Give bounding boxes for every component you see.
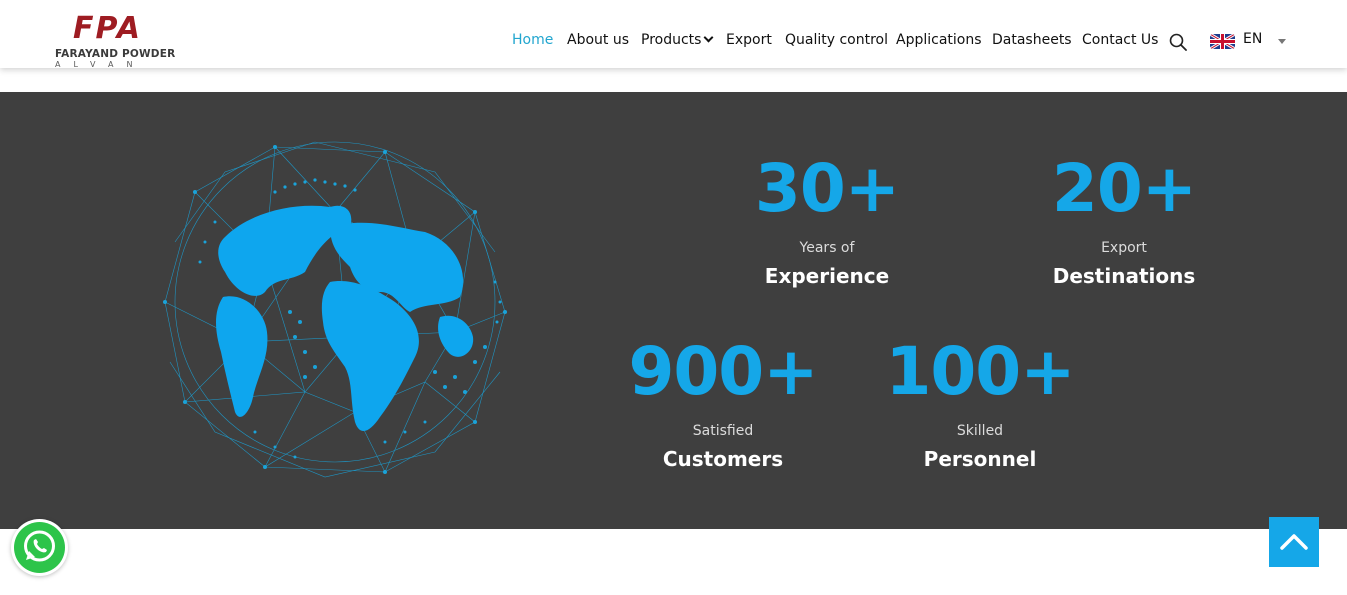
stat-experience: 30+ Years of Experience xyxy=(697,150,957,289)
logo-company-subname: ALVAN xyxy=(55,60,146,69)
language-label: EN xyxy=(1243,31,1263,47)
nav-applications[interactable]: Applications xyxy=(896,32,982,48)
whatsapp-icon xyxy=(14,522,65,573)
stat-number: 900+ xyxy=(628,333,818,410)
uk-flag-icon xyxy=(1210,34,1235,49)
nav-about-us[interactable]: About us xyxy=(567,32,629,48)
stat-customers: 900+ Satisfied Customers xyxy=(593,333,853,472)
stat-sublabel: Skilled xyxy=(956,423,1004,439)
nav-home[interactable]: Home xyxy=(512,32,553,48)
stat-number: 20+ xyxy=(1051,150,1197,227)
stat-label: Destinations xyxy=(1052,264,1196,288)
chevron-up-icon xyxy=(1280,534,1308,550)
globe-icon xyxy=(155,132,520,482)
stat-number: 100+ xyxy=(885,333,1075,410)
stat-sublabel: Export xyxy=(1101,240,1147,256)
site-header: FPA FARAYAND POWDER ALVAN Home About us … xyxy=(0,0,1347,70)
stat-label: Customers xyxy=(662,447,784,471)
stat-sublabel: Years of xyxy=(799,240,855,256)
logo[interactable]: FPA FARAYAND POWDER ALVAN xyxy=(55,11,180,70)
stat-number: 30+ xyxy=(754,150,900,227)
nav-products[interactable]: Products xyxy=(641,32,714,48)
nav-products-label: Products xyxy=(641,32,702,48)
logo-mark: FPA xyxy=(73,11,142,46)
stat-label: Personnel xyxy=(923,447,1037,471)
chevron-down-icon xyxy=(704,32,714,43)
back-to-top-button[interactable] xyxy=(1269,517,1319,567)
stat-personnel: 100+ Skilled Personnel xyxy=(850,333,1110,472)
logo-company-name: FARAYAND POWDER xyxy=(55,48,176,60)
stat-label: Experience xyxy=(764,264,890,288)
stat-destinations: 20+ Export Destinations xyxy=(994,150,1254,289)
nav-export[interactable]: Export xyxy=(726,32,772,48)
nav-contact-us[interactable]: Contact Us xyxy=(1082,32,1158,48)
caret-down-icon xyxy=(1278,39,1286,44)
search-icon[interactable] xyxy=(1169,33,1187,51)
whatsapp-button[interactable] xyxy=(11,519,68,576)
stats-section: 30+ Years of Experience 20+ Export Desti… xyxy=(0,92,1347,529)
stat-sublabel: Satisfied xyxy=(692,423,754,439)
nav-quality-control[interactable]: Quality control xyxy=(785,32,888,48)
nav-datasheets[interactable]: Datasheets xyxy=(992,32,1072,48)
